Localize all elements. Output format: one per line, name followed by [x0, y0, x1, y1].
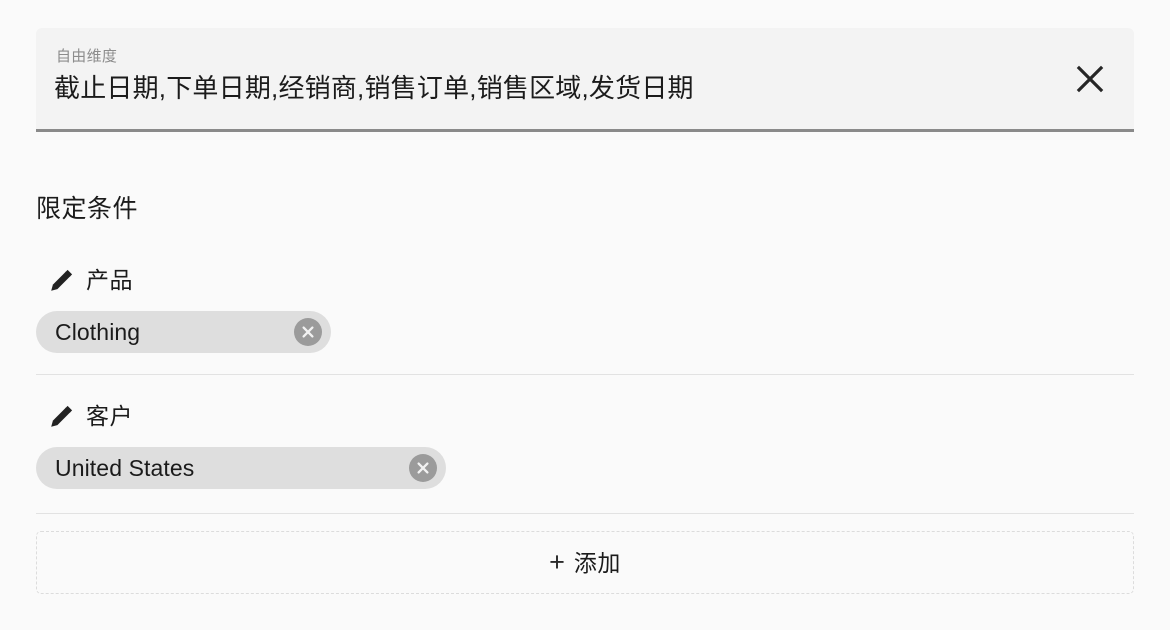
condition-name: 客户: [86, 403, 133, 429]
condition-edit-row[interactable]: 客户: [36, 399, 133, 433]
add-condition-button[interactable]: + 添加: [36, 531, 1134, 594]
circle-close-icon[interactable]: [294, 318, 322, 346]
condition-chip-list: Clothing: [36, 311, 1134, 353]
free-dimension-panel[interactable]: 自由维度 截止日期,下单日期,经销商,销售订单,销售区域,发货日期: [36, 28, 1134, 132]
chip-label: Clothing: [55, 319, 141, 345]
chip-united-states[interactable]: United States: [36, 447, 446, 489]
free-dimension-label: 自由维度: [56, 48, 118, 65]
condition-chip-list: United States: [36, 447, 1134, 489]
section-divider: [36, 513, 1134, 514]
circle-close-icon[interactable]: [409, 454, 437, 482]
pencil-icon[interactable]: [49, 403, 75, 429]
add-condition-label: 添加: [573, 549, 621, 576]
pencil-icon[interactable]: [49, 267, 75, 293]
free-dimension-value: 截止日期,下单日期,经销商,销售订单,销售区域,发货日期: [54, 73, 694, 103]
section-divider: [36, 374, 1134, 375]
condition-edit-row[interactable]: 产品: [36, 263, 133, 297]
conditions-title: 限定条件: [36, 195, 139, 223]
close-icon[interactable]: [1068, 57, 1112, 101]
condition-name: 产品: [86, 267, 133, 293]
plus-icon: +: [549, 547, 565, 577]
condition-group-product: 产品 Clothing: [36, 263, 1134, 353]
condition-group-customer: 客户 United States: [36, 399, 1134, 489]
chip-label: United States: [55, 455, 195, 481]
chip-clothing[interactable]: Clothing: [36, 311, 331, 353]
